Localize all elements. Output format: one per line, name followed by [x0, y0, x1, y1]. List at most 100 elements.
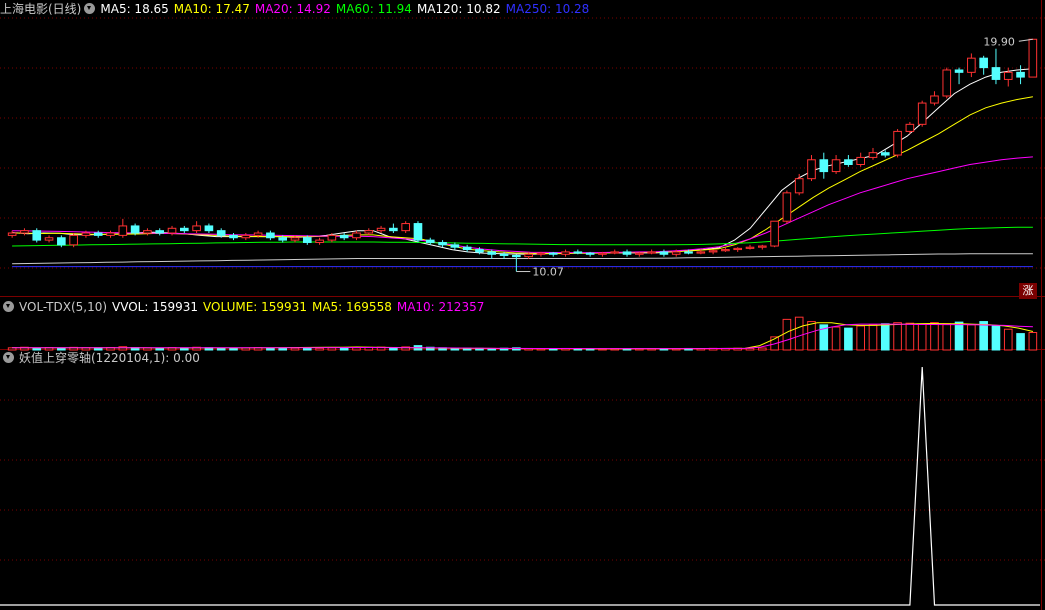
vol-legend-item-0: VVOL: 159931	[112, 300, 199, 314]
candle-body	[671, 251, 681, 255]
candle-body	[192, 225, 201, 232]
candle-body	[487, 251, 497, 255]
candle-body	[413, 223, 423, 241]
candle-body	[745, 246, 755, 249]
ma-line-ma120	[12, 253, 1033, 265]
volume-indicator-name: VOL-TDX(5,10)	[19, 300, 108, 314]
volume-bar	[979, 321, 988, 351]
candle-body	[93, 232, 103, 236]
candle-body	[573, 251, 583, 254]
candle-body	[610, 251, 620, 254]
chevron-down-icon[interactable]	[84, 3, 96, 14]
candle-body	[204, 225, 214, 232]
volume-bar	[757, 347, 767, 351]
stock-name: 上海电影(日线)	[0, 2, 82, 16]
indicator-line	[0, 366, 1040, 606]
candle-body	[401, 223, 410, 232]
volume-bar	[917, 323, 927, 351]
volume-bar	[807, 321, 816, 351]
ma-legend-item-0: MA5: 18.65	[100, 2, 169, 16]
vol-legend-item-2: MA5: 169558	[311, 300, 392, 314]
candle-body	[167, 227, 177, 234]
candle-body	[278, 237, 288, 241]
candle-body	[524, 253, 533, 258]
candle-body	[954, 69, 964, 73]
candle-body	[32, 230, 42, 241]
volume-bar	[967, 324, 976, 351]
candle-body	[253, 232, 263, 236]
volume-bar	[290, 347, 300, 351]
candle-body	[462, 246, 472, 251]
candle-body	[512, 254, 521, 258]
volume-bar	[302, 347, 312, 351]
volume-bar	[844, 327, 853, 351]
ma-line-ma20	[12, 156, 1033, 254]
volume-bar	[893, 322, 902, 351]
candle-body	[856, 156, 865, 165]
vol-legend-item-3: MA10: 212357	[396, 300, 485, 314]
candle-body	[979, 57, 988, 69]
volume-bar	[266, 347, 275, 351]
candle-body	[130, 225, 140, 234]
volume-bar	[1016, 333, 1025, 351]
max-price-label: 19.90	[983, 35, 1015, 48]
ma-line-ma10	[12, 96, 1033, 255]
ma-line-ma60	[12, 226, 1033, 247]
candle-body	[831, 159, 841, 173]
candle-body	[7, 232, 17, 236]
ma-legend-item-3: MA60: 11.94	[335, 2, 412, 16]
volume-bar	[315, 347, 324, 351]
candle-body	[364, 230, 374, 234]
candle-body	[57, 237, 66, 246]
candle-body	[315, 239, 324, 243]
volume-bar	[229, 347, 238, 351]
volume-bar	[1003, 328, 1013, 351]
volume-bar	[278, 347, 288, 351]
candle-body	[81, 232, 91, 236]
indicator-value: : 0.00	[165, 351, 200, 365]
candle-body	[1016, 71, 1025, 78]
vol-legend-item-1: VOLUME: 159931	[203, 300, 307, 314]
candle-body	[376, 227, 386, 232]
ma-legend-item-1: MA10: 17.47	[173, 2, 250, 16]
candle-body	[438, 241, 447, 246]
candle-body	[241, 234, 251, 239]
candle-body	[44, 237, 54, 241]
volume-bar	[991, 325, 1001, 351]
ma-legend-item-4: MA120: 10.82	[416, 2, 501, 16]
candle-body	[733, 247, 743, 251]
chevron-down-icon[interactable]	[3, 352, 14, 363]
candle-body	[684, 251, 693, 254]
candle-body	[290, 237, 300, 241]
volume-bar	[782, 318, 792, 351]
ma-legend-item-5: MA250: 10.28	[505, 2, 590, 16]
volume-bar	[868, 324, 878, 351]
candle-body	[143, 230, 152, 234]
chevron-down-icon[interactable]	[3, 301, 14, 312]
candle-body	[389, 227, 398, 232]
candle-body	[69, 234, 78, 246]
candle-body	[302, 237, 312, 243]
volume-bar	[930, 322, 939, 351]
candle-body	[1028, 38, 1038, 78]
candle-body	[905, 123, 915, 132]
indicator-name: 妖值上穿零轴(1220104,1)	[19, 351, 166, 365]
volume-bar	[352, 347, 361, 351]
candle-body	[893, 130, 902, 156]
candle-body	[425, 239, 435, 243]
candle-body	[106, 232, 115, 236]
candle-body	[561, 251, 570, 255]
volume-legend: VOL-TDX(5,10) VVOL: 159931 VOLUME: 159931 M…	[0, 298, 494, 316]
main-chart-legend: 上海电影(日线) MA5: 18.65 MA10: 17.47 MA20: 14.92…	[0, 0, 599, 18]
candle-body	[180, 227, 189, 232]
candle-body	[20, 230, 29, 234]
candle-body	[647, 251, 656, 254]
candle-body	[266, 232, 275, 239]
indicator-legend: 妖值上穿零轴(1220104,1): 0.00	[0, 349, 205, 367]
candle-body	[536, 252, 546, 255]
candle-body	[475, 249, 484, 253]
candle-body	[585, 252, 595, 255]
candle-body	[991, 67, 1001, 80]
volume-ma-line	[12, 322, 1034, 350]
volume-bar	[942, 323, 952, 351]
